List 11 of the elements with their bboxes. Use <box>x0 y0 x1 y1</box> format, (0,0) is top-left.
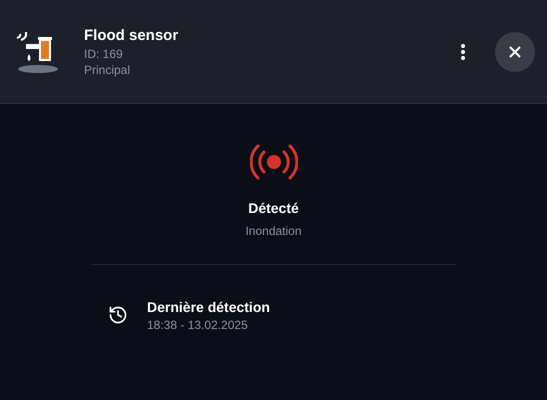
status-label: Détecté <box>248 199 299 218</box>
status-sublabel: Inondation <box>245 223 302 240</box>
device-room: Principal <box>84 62 132 78</box>
close-button[interactable] <box>495 32 535 72</box>
history-clock-icon <box>108 305 128 325</box>
detail-value: 18:38 - 13.02.2025 <box>147 317 249 333</box>
close-icon <box>509 46 521 58</box>
more-icon <box>461 44 465 60</box>
detail-label: Dernière détection <box>147 298 270 317</box>
device-name: Flood sensor <box>84 26 178 46</box>
device-id: ID: 169 <box>84 46 124 62</box>
